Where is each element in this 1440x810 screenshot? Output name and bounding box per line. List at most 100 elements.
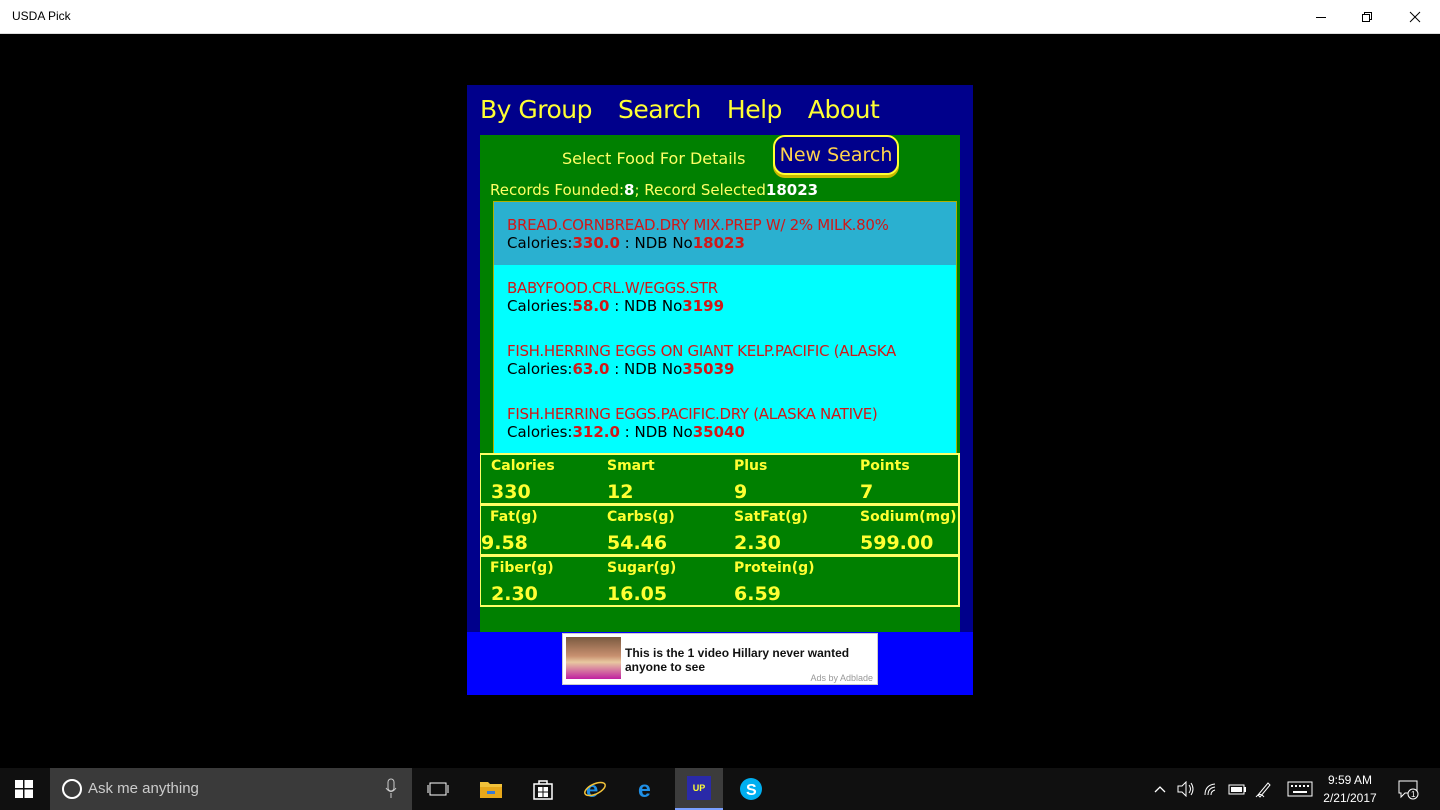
battery-button[interactable] xyxy=(1226,768,1250,810)
nutrient-header: Protein(g) xyxy=(734,560,815,576)
skype-button[interactable]: S xyxy=(727,768,775,810)
store-icon xyxy=(533,780,553,800)
nav-help[interactable]: Help xyxy=(727,95,783,135)
notification-count: 1 xyxy=(1411,790,1416,799)
ad-text: This is the 1 video Hillary never wanted… xyxy=(625,646,850,674)
food-meta: Calories:312.0 : NDB No35040 xyxy=(507,423,956,441)
nutrient-value: 330 xyxy=(491,481,531,503)
ad-banner[interactable]: This is the 1 video Hillary never wanted… xyxy=(562,633,878,685)
records-count: 8 xyxy=(624,181,635,199)
volume-icon xyxy=(1177,781,1194,797)
window-titlebar: USDA Pick xyxy=(0,0,1440,34)
selected-label: ; Record Selected xyxy=(634,181,766,199)
usda-pick-taskbar-button[interactable]: UP xyxy=(675,768,723,810)
ndb-label: : NDB No xyxy=(609,297,683,315)
svg-text:S: S xyxy=(746,782,757,799)
pen-workspace-button[interactable] xyxy=(1252,768,1276,810)
chevron-up-icon xyxy=(1154,786,1166,793)
nutrient-header: Sodium(mg) xyxy=(860,509,957,525)
show-hidden-icons[interactable] xyxy=(1150,768,1170,810)
food-list-item[interactable]: BABYFOOD.CRL.W/EGGS.STR Calories:58.0 : … xyxy=(494,265,956,328)
ndb-value: 35039 xyxy=(682,360,735,378)
food-name: FISH.HERRING EGGS.PACIFIC.DRY (ALASKA NA… xyxy=(507,405,878,423)
svg-text:e: e xyxy=(586,777,598,801)
selected-record-id: 18023 xyxy=(765,181,819,199)
battery-icon xyxy=(1228,784,1246,795)
file-explorer-button[interactable] xyxy=(467,768,515,810)
edge-icon: e xyxy=(638,777,651,801)
nutrient-value: 12 xyxy=(607,481,634,503)
close-button[interactable] xyxy=(1392,0,1438,34)
start-button[interactable] xyxy=(0,768,48,810)
food-name: FISH.HERRING EGGS ON GIANT KELP.PACIFIC … xyxy=(507,342,897,360)
window-title: USDA Pick xyxy=(12,9,71,23)
nutrient-value: 2.30 xyxy=(491,583,538,605)
food-meta: Calories:330.0 : NDB No18023 xyxy=(507,234,956,252)
taskbar-search[interactable]: Ask me anything xyxy=(50,768,412,810)
cortana-icon xyxy=(62,779,82,799)
windows-icon xyxy=(15,780,33,798)
nutrient-value: 2.30 xyxy=(734,532,781,554)
ad-thumbnail xyxy=(566,637,621,679)
records-label: Records Founded: xyxy=(490,181,625,199)
wifi-icon xyxy=(1204,783,1216,796)
notification-icon: 1 xyxy=(1398,780,1419,800)
ndb-value: 3199 xyxy=(682,297,725,315)
task-view-button[interactable] xyxy=(414,768,462,810)
clock-time: 9:59 AM xyxy=(1327,773,1373,787)
ad-bar: This is the 1 video Hillary never wanted… xyxy=(467,632,973,695)
nutrient-value: 599.00 xyxy=(860,532,934,554)
restore-button[interactable] xyxy=(1344,0,1390,34)
network-button[interactable] xyxy=(1200,768,1224,810)
action-center-button[interactable]: 1 xyxy=(1392,768,1424,810)
folder-icon xyxy=(480,782,502,798)
nutrient-value: 9 xyxy=(734,481,748,503)
nutrient-header: Fiber(g) xyxy=(490,560,554,576)
food-list[interactable]: BREAD.CORNBREAD.DRY MIX.PREP W/ 2% MILK.… xyxy=(493,201,957,454)
svg-text:e: e xyxy=(638,777,651,801)
taskbar: Ask me anything e e UP S 9:59 AM 2/21/20… xyxy=(0,768,1440,810)
ad-source: Ads by Adblade xyxy=(810,673,873,683)
food-name: BREAD.CORNBREAD.DRY MIX.PREP W/ 2% MILK.… xyxy=(507,216,889,234)
calories-label: Calories: xyxy=(507,234,573,252)
nutrient-header: Calories xyxy=(491,458,555,474)
calories-value: 312.0 xyxy=(572,423,620,441)
edge-button[interactable]: e xyxy=(623,768,671,810)
volume-button[interactable] xyxy=(1174,768,1198,810)
main-nav: By Group Search Help About xyxy=(480,95,880,135)
app-frame: By Group Search Help About Select Food F… xyxy=(467,85,973,695)
nutrient-header: SatFat(g) xyxy=(734,509,808,525)
calories-value: 58.0 xyxy=(572,297,610,315)
pen-icon xyxy=(1255,782,1271,798)
calories-label: Calories: xyxy=(507,297,573,315)
internet-explorer-icon: e xyxy=(584,777,606,801)
calories-label: Calories: xyxy=(507,360,573,378)
minimize-button[interactable] xyxy=(1298,0,1344,34)
food-list-item[interactable]: FISH.HERRING EGGS ON GIANT KELP.PACIFIC … xyxy=(494,328,956,391)
calories-value: 330.0 xyxy=(572,234,620,252)
food-list-item[interactable]: FISH.HERRING EGGS.PACIFIC.DRY (ALASKA NA… xyxy=(494,391,956,453)
ndb-value: 18023 xyxy=(692,234,745,252)
nutrient-value: 16.05 xyxy=(607,583,668,605)
task-view-icon xyxy=(427,782,449,796)
nav-search[interactable]: Search xyxy=(618,95,701,135)
internet-explorer-button[interactable]: e xyxy=(571,768,619,810)
nutrient-header: Fat(g) xyxy=(490,509,538,525)
nutrition-row-macros: Fat(g) Carbs(g) SatFat(g) Sodium(mg) 9.5… xyxy=(480,504,960,556)
nutrient-value: 54.46 xyxy=(607,532,668,554)
close-icon xyxy=(1409,11,1421,23)
nutrient-value: 7 xyxy=(860,481,874,503)
nav-by-group[interactable]: By Group xyxy=(480,95,593,135)
microphone-icon[interactable] xyxy=(384,778,398,800)
ndb-label: : NDB No xyxy=(619,234,693,252)
store-button[interactable] xyxy=(519,768,567,810)
results-panel: Select Food For Details New Search Recor… xyxy=(480,135,960,632)
food-list-item[interactable]: BREAD.CORNBREAD.DRY MIX.PREP W/ 2% MILK.… xyxy=(494,202,956,265)
taskbar-clock[interactable]: 9:59 AM 2/21/2017 xyxy=(1310,771,1390,807)
new-search-button[interactable]: New Search xyxy=(773,135,899,175)
nav-about[interactable]: About xyxy=(808,95,880,135)
calories-value: 63.0 xyxy=(572,360,610,378)
nutrient-value: 9.58 xyxy=(481,532,528,554)
nutrient-header: Smart xyxy=(607,458,655,474)
app-icon: UP xyxy=(687,776,711,800)
